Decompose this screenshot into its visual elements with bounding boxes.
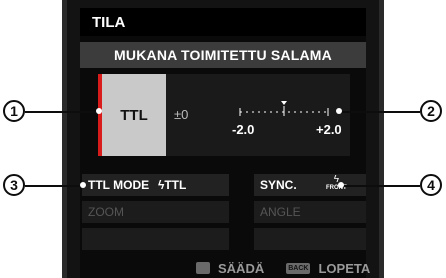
callout-3-dot [80,182,86,188]
callout-2-leader [340,111,420,113]
callout-1: 1 [3,100,25,122]
callout-1-dot [96,108,102,114]
exit-label: LOPETA [318,260,371,276]
callout-3-leader [25,185,83,187]
zoom-label: ZOOM [88,205,124,219]
angle-label: ANGLE [260,205,301,219]
camera-frame-right [379,0,384,278]
callout-1-leader [25,111,99,113]
empty-row-left [82,228,229,250]
adjust-label: SÄÄDÄ [218,260,265,276]
camera-frame-left [62,0,67,278]
scale-max-label: +2.0 [316,122,342,137]
callout-4: 4 [420,174,442,196]
callout-2-dot [336,108,342,114]
flash-compensation-value: ±0 [174,107,189,122]
ttl-mode-label: TTL MODE [88,178,150,192]
zoom-row: ZOOM [82,201,229,223]
callout-3: 3 [3,174,25,196]
empty-row-right [254,228,366,250]
callout-2: 2 [420,100,442,122]
button-guide: SÄÄDÄ BACK LOPETA [196,258,370,278]
menu-ok-icon [196,262,210,274]
angle-row: ANGLE [254,201,366,223]
menu-title: TILA [80,8,366,36]
scale-min-label: -2.0 [232,122,255,137]
back-key-icon: BACK [286,262,311,274]
ttl-mode-row[interactable]: TTL MODE ϟTTL [82,174,229,196]
callout-4-leader [342,185,420,187]
callout-4-dot [338,182,344,188]
sync-label: SYNC. [260,178,297,192]
ttl-mode-value: ϟTTL [158,178,187,192]
flash-subtitle: MUKANA TOIMITETTU SALAMA [80,42,366,68]
ttl-mode-option[interactable]: TTL [98,74,166,156]
